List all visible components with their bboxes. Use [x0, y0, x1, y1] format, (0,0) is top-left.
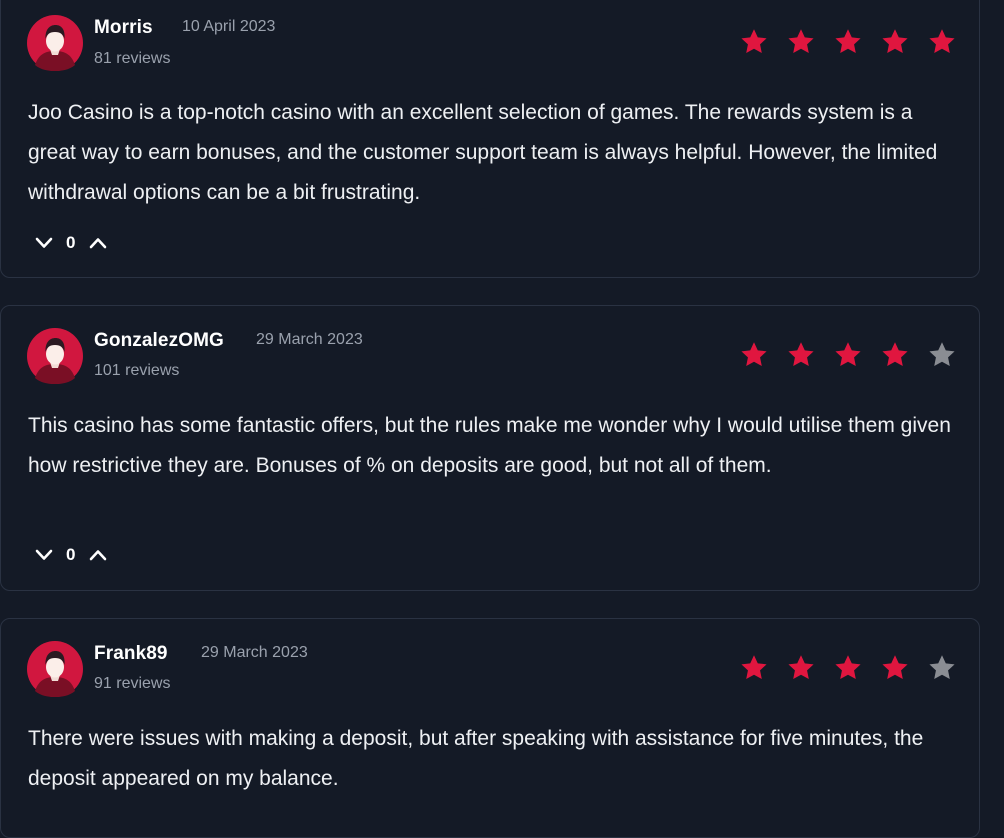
review-text: Joo Casino is a top-notch casino with an…	[28, 101, 938, 204]
vote-controls: 0	[34, 544, 108, 566]
star-rating	[739, 653, 957, 683]
star-filled-icon	[739, 27, 769, 57]
review-author[interactable]: Morris	[94, 17, 153, 39]
review-date: 10 April 2023	[182, 18, 276, 35]
review-card: Morris 10 April 2023 81 reviews Joo Casi…	[0, 0, 980, 278]
chevron-down-icon[interactable]	[34, 545, 54, 565]
star-filled-icon	[786, 27, 816, 57]
review-date: 29 March 2023	[201, 644, 308, 661]
star-filled-icon	[880, 653, 910, 683]
review-author[interactable]: GonzalezOMG	[94, 330, 224, 352]
review-text: This casino has some fantastic offers, b…	[28, 414, 951, 477]
vote-count: 0	[66, 545, 76, 564]
review-date: 29 March 2023	[256, 331, 363, 348]
review-card: Frank89 29 March 2023 91 reviews There w…	[0, 618, 980, 838]
review-card: GonzalezOMG 29 March 2023 101 reviews Th…	[0, 305, 980, 591]
author-review-count: 91 reviews	[94, 675, 171, 692]
user-avatar-icon	[27, 15, 83, 71]
star-filled-icon	[833, 27, 863, 57]
star-filled-icon	[833, 653, 863, 683]
chevron-up-icon[interactable]	[88, 233, 108, 253]
star-filled-icon	[786, 653, 816, 683]
author-review-count: 101 reviews	[94, 362, 180, 379]
vote-count: 0	[66, 233, 76, 252]
star-empty-icon	[927, 653, 957, 683]
star-filled-icon	[786, 340, 816, 370]
star-filled-icon	[880, 27, 910, 57]
review-author[interactable]: Frank89	[94, 643, 168, 665]
star-filled-icon	[739, 653, 769, 683]
star-empty-icon	[927, 340, 957, 370]
star-filled-icon	[927, 27, 957, 57]
chevron-down-icon[interactable]	[34, 233, 54, 253]
author-review-count: 81 reviews	[94, 50, 171, 67]
star-filled-icon	[739, 340, 769, 370]
user-avatar-icon	[27, 328, 83, 384]
star-rating	[739, 340, 957, 370]
star-filled-icon	[833, 340, 863, 370]
user-avatar-icon	[27, 641, 83, 697]
chevron-up-icon[interactable]	[88, 545, 108, 565]
review-text: There were issues with making a deposit,…	[28, 727, 924, 790]
star-filled-icon	[880, 340, 910, 370]
vote-controls: 0	[34, 232, 108, 254]
star-rating	[739, 27, 957, 57]
